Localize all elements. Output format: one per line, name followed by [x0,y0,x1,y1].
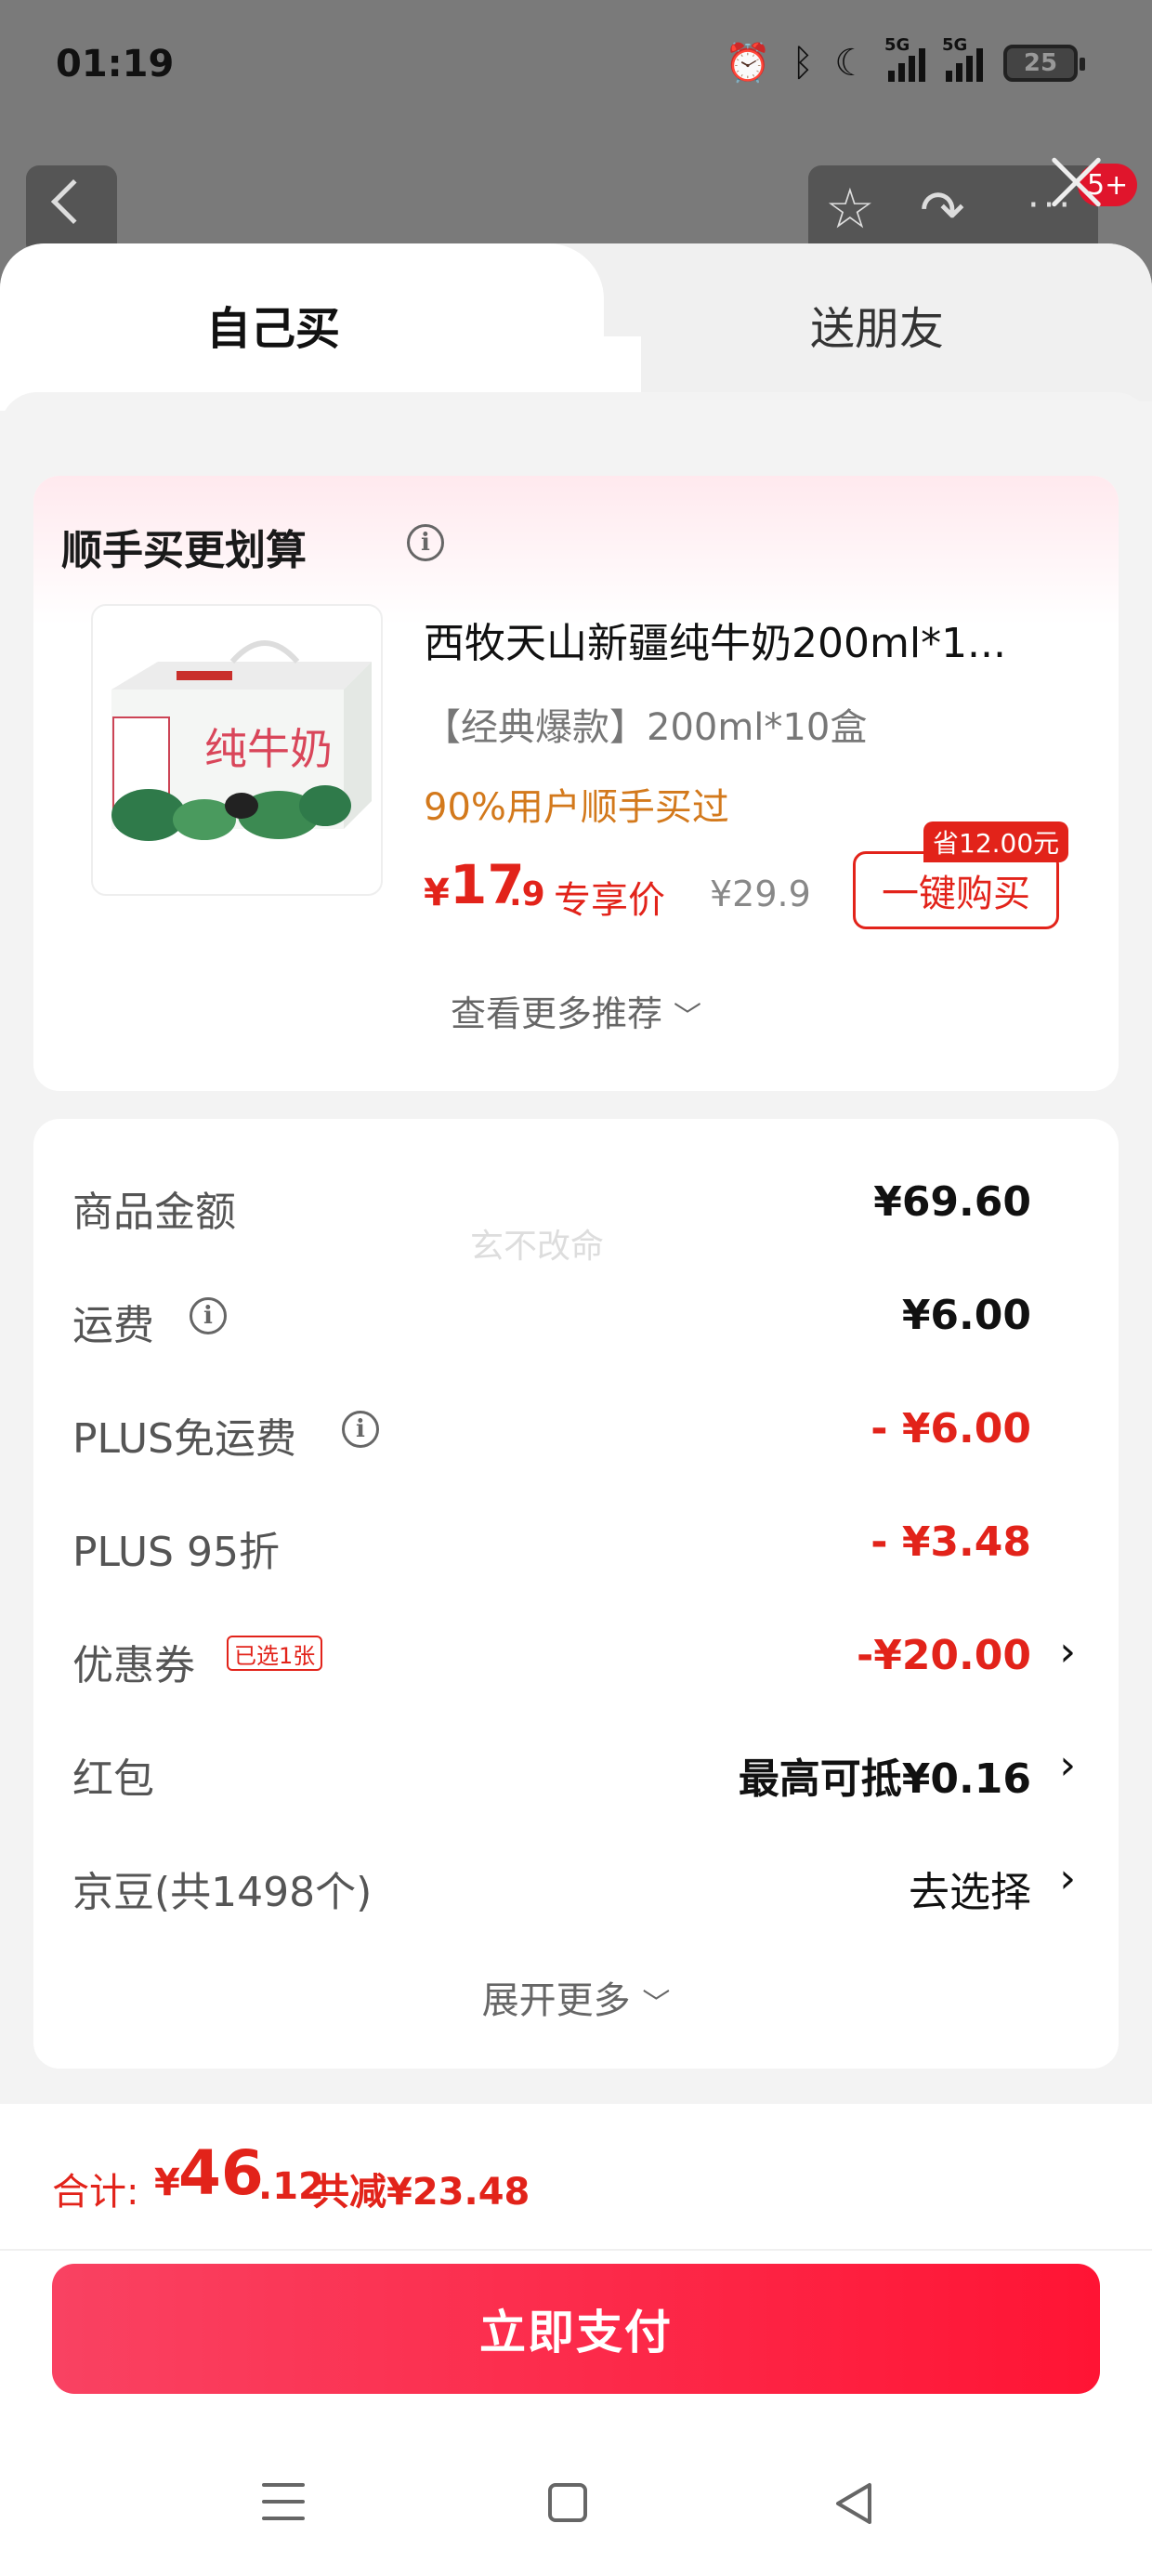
chevron-right-icon[interactable]: › [1059,1741,1076,1789]
total-saved: 共减¥23.48 [312,2171,530,2214]
signal-icon: 5G [884,35,925,82]
recommendation-title: 顺手买更划算 [61,527,307,574]
menu-icon[interactable] [262,2483,305,2520]
info-icon[interactable]: i [407,524,444,561]
close-icon[interactable] [1048,154,1104,210]
chevron-down-icon: ﹀ [674,1001,702,1033]
product-spec: 【经典爆款】200ml*10盒 [424,706,868,749]
signal-icon: 5G [942,35,983,82]
chevron-down-icon: ﹀ [642,1988,671,2020]
tab-send-to-friend[interactable]: 送朋友 [810,292,944,357]
goods-amount-value: ¥69.60 [873,1178,1031,1226]
coupon-value[interactable]: -¥20.00 [857,1632,1031,1679]
home-icon[interactable] [548,2483,587,2522]
red-packet-label[interactable]: 红包 [72,1745,154,1805]
plus-free-shipping-value: - ¥6.00 [871,1405,1031,1452]
plus-free-shipping-label: PLUS免运费 [72,1415,296,1463]
status-icons: ⏰ ᛒ ☾ 5G 5G 25 [725,35,1085,85]
network-type-label: 5G [942,34,968,55]
chevron-right-icon[interactable]: › [1059,1855,1076,1902]
moon-icon: ☾ [834,41,868,85]
alarm-icon: ⏰ [725,42,772,85]
milk-box-image: 纯牛奶 [111,640,372,841]
total-label: 合计: [52,2171,139,2214]
coupon-selected-tag: 已选1张 [227,1636,323,1671]
price-decimal: .9 [509,875,545,913]
share-icon: ↷ [920,178,965,242]
divider [0,2249,1152,2251]
info-icon[interactable]: i [190,1297,227,1334]
expand-more-link[interactable]: 展开更多 ﹀ [0,1970,1152,2024]
original-price: ¥29.9 [710,874,811,914]
expand-more-label: 展开更多 [481,1979,631,2022]
more-recommendations-link[interactable]: 查看更多推荐 ﹀ [0,985,1152,1036]
battery-icon: 25 [1003,44,1085,82]
shipping-label: 运费 [72,1302,154,1349]
shipping-value: ¥6.00 [901,1292,1031,1339]
star-icon: ☆ [825,177,875,242]
chevron-right-icon[interactable]: › [1059,1628,1076,1676]
total-integer: 46 [178,2137,264,2209]
plus-discount-label: PLUS 95折 [72,1529,280,1576]
more-recommendations-label: 查看更多推荐 [450,993,662,1034]
network-type-label: 5G [884,34,910,55]
save-badge: 省12.00元 [923,821,1069,862]
pay-now-button[interactable]: 立即支付 [52,2264,1100,2394]
tab-buy-for-self[interactable]: 自己买 [206,292,340,357]
info-icon[interactable]: i [342,1411,379,1448]
jd-beans-label[interactable]: 京豆(共1498个) [72,1859,372,1918]
goods-amount-label: 商品金额 [72,1189,236,1236]
exclusive-price-label: 专享价 [554,879,665,922]
plus-discount-value: - ¥3.48 [871,1518,1031,1566]
one-click-buy-button[interactable]: 一键购买 [853,851,1059,929]
jd-beans-select[interactable]: 去选择 [909,1859,1031,1918]
product-image-text: 纯牛奶 [204,724,333,774]
bought-rate-text: 90%用户顺手买过 [424,786,729,829]
total-currency: ¥ [154,2162,180,2204]
product-image[interactable]: 纯牛奶 [91,604,383,896]
red-packet-value[interactable]: 最高可抵¥0.16 [739,1745,1031,1805]
product-name[interactable]: 西牧天山新疆纯牛奶200ml*1... [424,610,1046,669]
coupon-label[interactable]: 优惠券 [72,1632,195,1691]
status-time: 01:19 [56,43,175,85]
status-bar: 01:19 ⏰ ᛒ ☾ 5G 5G 25 [0,0,1152,139]
watermark: 玄不改命 [470,1228,605,1266]
price-currency: ¥ [424,872,450,914]
bluetooth-icon: ᛒ [792,41,815,85]
